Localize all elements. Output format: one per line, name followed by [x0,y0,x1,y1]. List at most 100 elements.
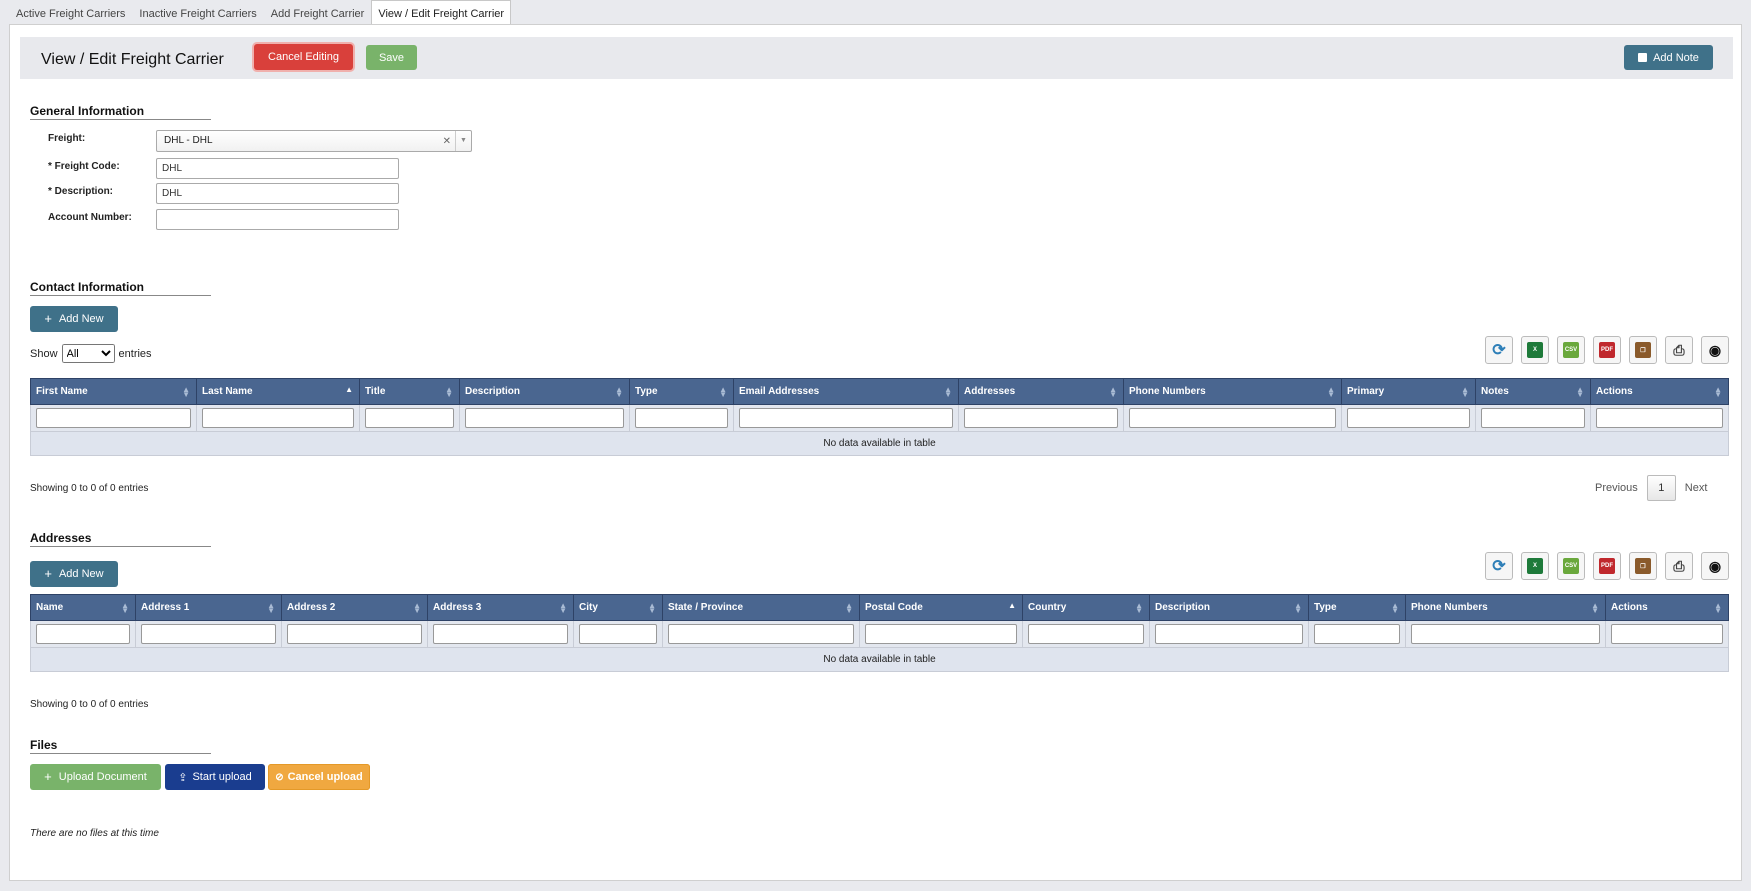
previous-link[interactable]: Previous [1595,482,1638,494]
column-header[interactable]: Phone Numbers ▲ ▼ [1123,378,1342,405]
tab-view-edit-carrier[interactable]: View / Edit Freight Carrier [371,0,512,25]
column-header[interactable]: Primary ▲ ▼ [1341,378,1476,405]
column-header[interactable]: Email Addresses ▲ ▼ [733,378,959,405]
excel-icon: X [1527,342,1543,358]
cancel-editing-button[interactable]: Cancel Editing [254,44,353,70]
add-contact-label: Add New [58,313,104,325]
column-header[interactable]: State / Province ▲ ▼ [662,594,860,621]
refresh-icon: ⟳ [1492,342,1506,359]
column-header[interactable]: Addresses ▲ ▼ [958,378,1124,405]
add-contact-button[interactable]: + Add New [30,306,118,332]
chevron-down-icon[interactable]: ▼ [455,131,471,151]
excel-button[interactable]: X [1521,552,1549,580]
filter-input[interactable] [141,624,276,644]
next-link[interactable]: Next [1685,482,1708,494]
upload-document-button[interactable]: + Upload Document [30,764,161,790]
filter-input[interactable] [1411,624,1600,644]
account-number-field[interactable] [156,209,399,230]
column-header[interactable]: Title ▲ ▼ [359,378,460,405]
addresses-export-toolbar: ⟳ X CSV PDF ❐ ⎙ ◉ [1485,552,1729,580]
filter-input[interactable] [964,408,1118,428]
filter-input[interactable] [1129,408,1336,428]
column-visibility-button[interactable]: ◉ [1701,336,1729,364]
copy-button[interactable]: ❐ [1629,336,1657,364]
freight-select[interactable]: DHL - DHL ✕ ▼ [156,130,472,152]
eye-icon: ◉ [1708,341,1722,358]
column-header[interactable]: Phone Numbers ▲ ▼ [1405,594,1606,621]
csv-button[interactable]: CSV [1557,552,1585,580]
filter-input[interactable] [1611,624,1723,644]
show-label: Show [30,347,58,360]
filter-input[interactable] [202,408,354,428]
filter-input[interactable] [1347,408,1470,428]
contact-export-toolbar: ⟳ X CSV PDF ❐ ⎙ ◉ [1485,336,1729,364]
filter-input[interactable] [635,408,728,428]
column-header[interactable]: Last Name ▲ [196,378,360,405]
clear-icon[interactable]: ✕ [443,136,451,147]
entries-label: entries [118,347,152,360]
filter-input[interactable] [465,408,624,428]
tab-add-carrier[interactable]: Add Freight Carrier [264,0,372,25]
filter-input[interactable] [1596,408,1723,428]
column-header[interactable]: Notes ▲ ▼ [1475,378,1591,405]
addresses-info: Showing 0 to 0 of 0 entries [30,699,149,710]
column-header[interactable]: Type ▲ ▼ [1308,594,1406,621]
column-header[interactable]: Postal Code ▲ [859,594,1023,621]
refresh-button[interactable]: ⟳ [1485,336,1513,364]
csv-icon: CSV [1563,342,1579,358]
print-button[interactable]: ⎙ [1665,552,1693,580]
column-header[interactable]: Country ▲ ▼ [1022,594,1150,621]
copy-button[interactable]: ❐ [1629,552,1657,580]
filter-input[interactable] [865,624,1017,644]
column-header[interactable]: Address 1 ▲ ▼ [135,594,282,621]
column-header[interactable]: Address 3 ▲ ▼ [427,594,574,621]
column-visibility-button[interactable]: ◉ [1701,552,1729,580]
add-address-label: Add New [58,568,104,580]
description-field[interactable] [156,183,399,204]
filter-input[interactable] [36,624,130,644]
addresses-header-row: Name ▲ ▼ Address 1 ▲ ▼ Address 2 ▲ ▼ Address 3… [30,594,1729,621]
filter-input[interactable] [1314,624,1400,644]
column-header[interactable]: Actions ▲ ▼ [1590,378,1729,405]
pdf-button[interactable]: PDF [1593,552,1621,580]
freight-code-field[interactable] [156,158,399,179]
csv-button[interactable]: CSV [1557,336,1585,364]
column-header[interactable]: Address 2 ▲ ▼ [281,594,428,621]
page-button[interactable]: 1 [1646,475,1676,501]
tab-inactive-carriers[interactable]: Inactive Freight Carriers [132,0,263,25]
filter-input[interactable] [287,624,422,644]
filter-input[interactable] [1481,408,1585,428]
upload-document-label: Upload Document [58,771,147,783]
filter-input[interactable] [739,408,953,428]
addresses-filter-row [30,620,1729,648]
filter-input[interactable] [579,624,657,644]
column-header[interactable]: Description ▲ ▼ [1149,594,1309,621]
column-header[interactable]: Name ▲ ▼ [30,594,136,621]
empty-message: No data available in table [30,647,1729,672]
csv-icon: CSV [1563,558,1579,574]
print-button[interactable]: ⎙ [1665,336,1693,364]
column-header[interactable]: Description ▲ ▼ [459,378,630,405]
column-header[interactable]: Actions ▲ ▼ [1605,594,1729,621]
entries-select[interactable]: All [61,344,115,363]
filter-input[interactable] [668,624,854,644]
excel-button[interactable]: X [1521,336,1549,364]
pdf-button[interactable]: PDF [1593,336,1621,364]
cancel-upload-button[interactable]: ⊘ Cancel upload [268,764,370,790]
refresh-button[interactable]: ⟳ [1485,552,1513,580]
filter-input[interactable] [365,408,454,428]
filter-input[interactable] [1155,624,1303,644]
add-note-button[interactable]: Add Note [1624,45,1713,70]
tab-active-carriers[interactable]: Active Freight Carriers [9,0,132,25]
contact-info-title: Contact Information [30,280,211,296]
column-header[interactable]: City ▲ ▼ [573,594,663,621]
save-button[interactable]: Save [366,45,417,70]
filter-input[interactable] [433,624,568,644]
filter-input[interactable] [36,408,191,428]
filter-input[interactable] [1028,624,1144,644]
column-header[interactable]: First Name ▲ ▼ [30,378,197,405]
add-address-button[interactable]: + Add New [30,561,118,587]
start-upload-button[interactable]: ⇪ Start upload [165,764,265,790]
column-header[interactable]: Type ▲ ▼ [629,378,734,405]
plus-icon: + [44,769,52,784]
